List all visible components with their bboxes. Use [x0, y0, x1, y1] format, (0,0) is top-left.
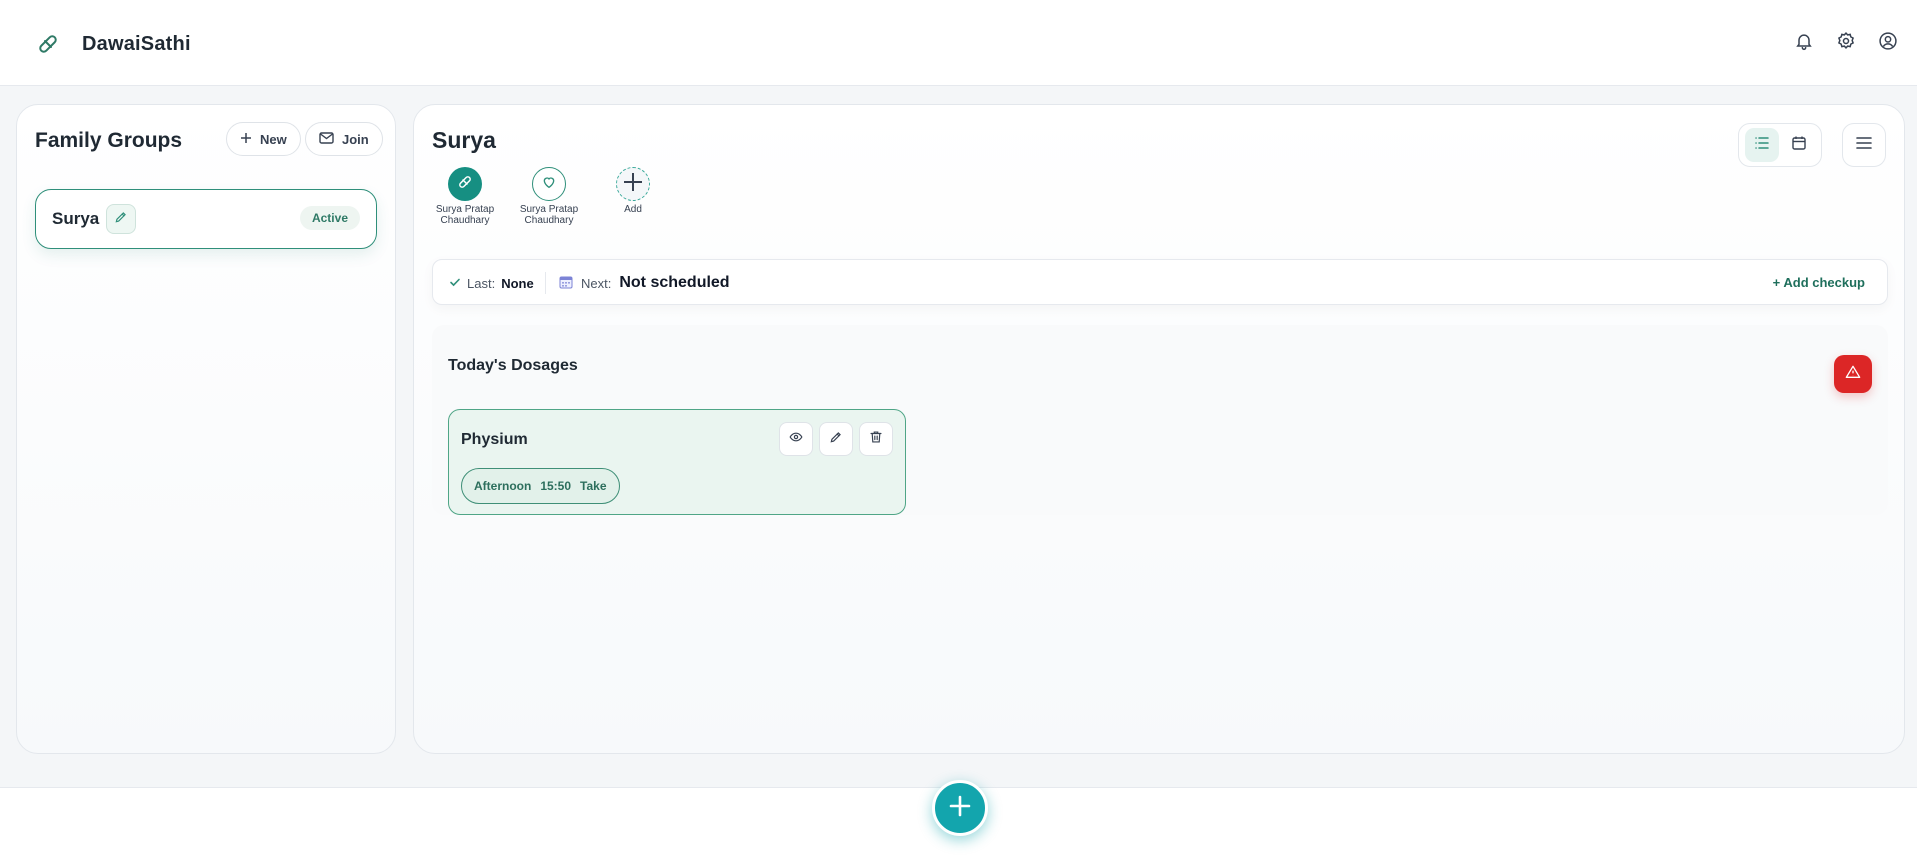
pill-icon	[34, 30, 62, 58]
edit-medication-button[interactable]	[819, 422, 853, 456]
view-medication-button[interactable]	[779, 422, 813, 456]
new-group-button[interactable]: New	[226, 122, 301, 156]
hamburger-icon	[1856, 136, 1872, 155]
view-toggle	[1738, 123, 1822, 167]
section-title: Today's Dosages	[448, 357, 578, 374]
list-view-button[interactable]	[1744, 128, 1779, 162]
avatar	[616, 167, 650, 201]
heart-icon	[541, 174, 557, 195]
group-name: Surya	[52, 209, 100, 228]
dose-time: 15:50	[540, 479, 572, 493]
next-checkup: Next: Not scheduled	[559, 260, 730, 306]
eye-icon	[789, 430, 803, 449]
join-group-label: Join	[342, 131, 369, 147]
brand[interactable]: DawaiSathi	[34, 30, 191, 58]
medication-card[interactable]: Physium Afternoon 15:50 Take	[448, 409, 906, 515]
calendar-icon	[559, 275, 573, 292]
edit-group-button[interactable]	[106, 204, 136, 234]
family-groups-panel: Family Groups New Join Surya Active	[16, 104, 396, 754]
last-checkup-value: None	[501, 275, 534, 291]
member-item[interactable]: Surya Pratap Chaudhary	[432, 167, 498, 226]
group-card-surya[interactable]: Surya Active	[35, 189, 377, 249]
take-dose-button[interactable]: Take	[580, 479, 606, 493]
plus-icon	[948, 794, 972, 823]
divider	[545, 272, 546, 294]
top-bar: DawaiSathi	[0, 0, 1917, 86]
status-badge: Active	[299, 206, 360, 230]
list-icon	[1754, 135, 1770, 156]
bell-icon[interactable]	[1793, 30, 1815, 52]
pencil-icon	[114, 210, 128, 229]
avatar	[532, 167, 566, 201]
calendar-icon	[1791, 135, 1807, 156]
check-icon	[449, 276, 461, 291]
new-group-label: New	[260, 131, 287, 147]
add-member-label: Add	[624, 204, 642, 215]
member-item[interactable]: Surya Pratap Chaudhary	[516, 167, 582, 226]
dose-time-of-day: Afternoon	[474, 479, 532, 493]
header-actions	[1793, 30, 1899, 52]
add-checkup-button[interactable]: + Add checkup	[1773, 260, 1865, 306]
dose-chip[interactable]: Afternoon 15:50 Take	[461, 468, 620, 504]
next-checkup-label: Next:	[581, 275, 612, 291]
menu-button[interactable]	[1842, 123, 1886, 167]
page-title: Surya	[432, 127, 496, 153]
gear-icon[interactable]	[1835, 30, 1857, 52]
todays-dosages: Today's Dosages Physium Afternoon 15:50	[432, 325, 1888, 515]
next-checkup-value: Not scheduled	[619, 274, 730, 291]
app-name: DawaiSathi	[82, 32, 191, 55]
medication-actions	[779, 422, 893, 456]
add-member-button[interactable]: Add	[600, 167, 666, 226]
user-circle-icon[interactable]	[1877, 30, 1899, 52]
calendar-view-button[interactable]	[1782, 128, 1816, 162]
add-fab-button[interactable]	[932, 780, 988, 836]
plus-icon	[622, 171, 644, 198]
join-group-button[interactable]: Join	[305, 122, 383, 156]
delete-medication-button[interactable]	[859, 422, 893, 456]
last-checkup: Last: None	[449, 260, 534, 306]
avatar	[448, 167, 482, 201]
checkup-bar: Last: None Next: Not scheduled + Add che…	[432, 259, 1888, 305]
group-detail-panel: Surya Surya Pratap Chaudhary Surya Prata…	[413, 104, 1905, 754]
last-checkup-label: Last:	[467, 275, 496, 291]
warning-icon	[1845, 364, 1861, 385]
member-list: Surya Pratap Chaudhary Surya Pratap Chau…	[432, 167, 666, 226]
member-name: Surya Pratap Chaudhary	[519, 204, 579, 226]
trash-icon	[869, 430, 883, 449]
plus-icon	[240, 132, 252, 147]
mail-icon	[319, 131, 334, 147]
pencil-icon	[829, 430, 843, 449]
family-groups-title: Family Groups	[35, 129, 183, 152]
member-name: Surya Pratap Chaudhary	[435, 204, 495, 226]
pill-icon	[457, 174, 473, 195]
medication-name: Physium	[461, 431, 528, 448]
alert-button[interactable]	[1834, 355, 1872, 393]
